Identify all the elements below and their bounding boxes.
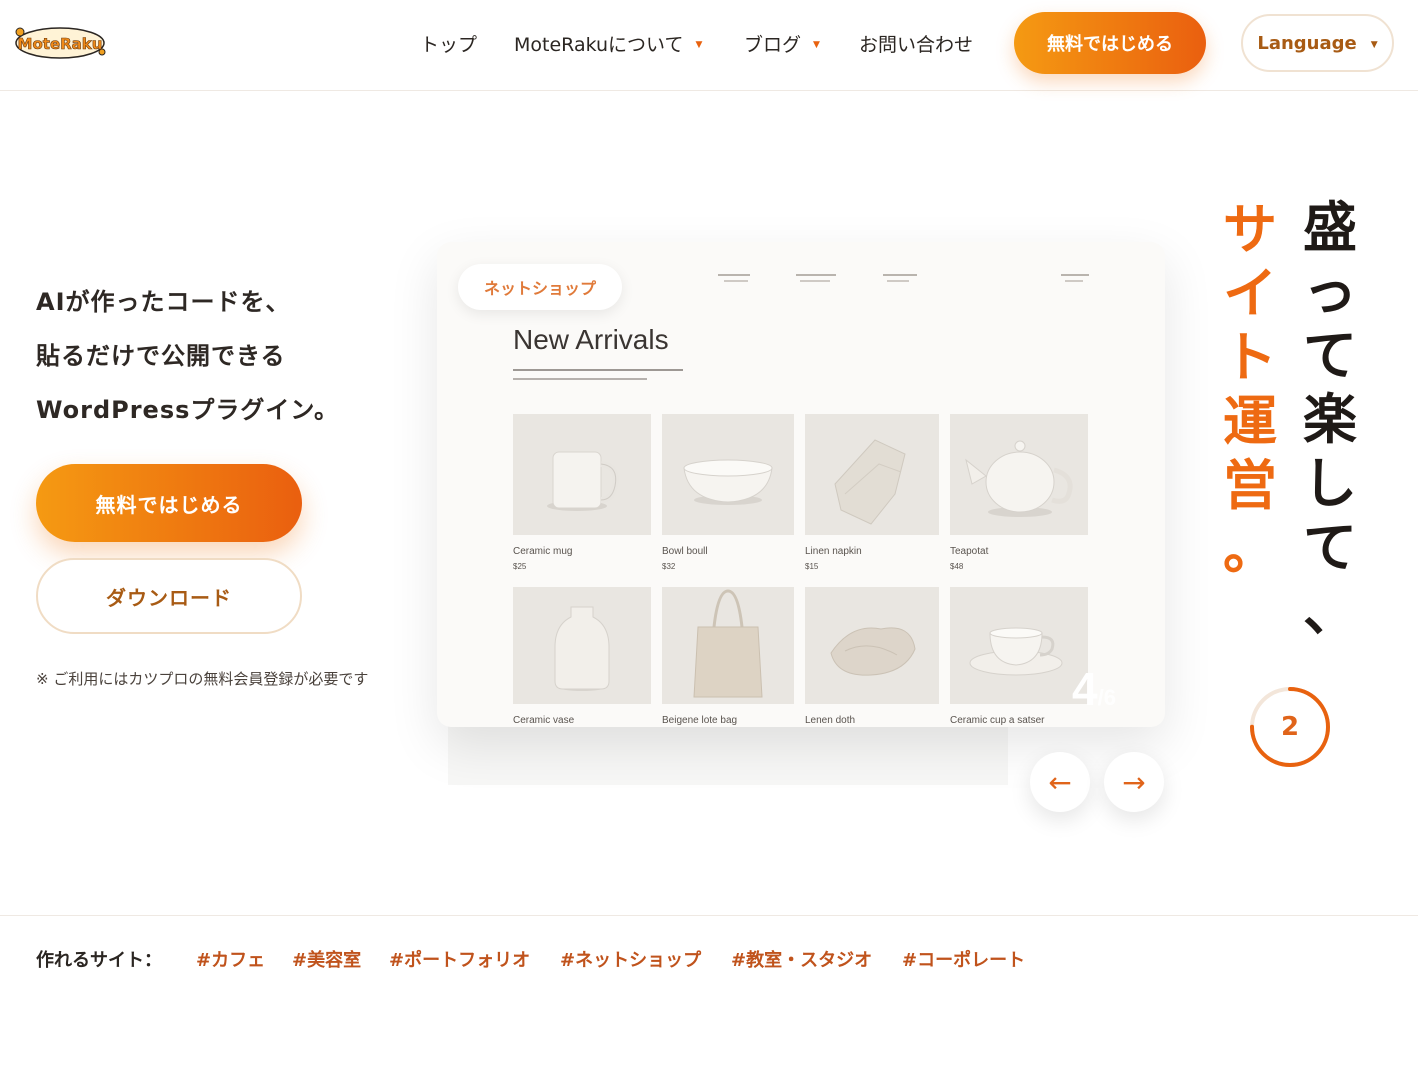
headline-char: イ [1223,262,1277,325]
tag-corporate[interactable]: #コーポレート [902,946,1025,972]
tag-portfolio[interactable]: #ポートフォリオ [389,946,530,972]
hero-lead-line: AIが作ったコードを、 [36,288,291,316]
nav-about-label: MoteRakuについて [514,34,684,56]
slider-prev-button[interactable]: ← [1030,752,1090,812]
product-name: Ceramic cup a satser [950,715,1045,726]
mock-menu-line [887,280,909,282]
headline-char: 運 [1223,390,1277,453]
product-name: Ceramic vase [513,715,575,726]
nav-top-label: トップ [420,34,478,56]
nav-top[interactable]: トップ [420,30,477,57]
headline-char: ト [1223,326,1277,389]
headline-orange: サイト運営。 [1218,198,1282,582]
header-start-free-button[interactable]: 無料ではじめる [1014,12,1206,74]
product-price: $32 [662,562,676,571]
nav-contact[interactable]: お問い合わせ [859,30,973,57]
language-select-button[interactable]: Language ▼ [1241,14,1394,72]
mug-image [513,414,651,535]
mock-menu-line [1061,274,1089,276]
product-name: Teapotat [950,546,989,557]
mock-title-underline [513,369,683,371]
site-header: MoteRaku トップ MoteRakuについて ▼ ブログ ▼ お問い合わせ… [0,0,1418,91]
slide-counter: 4/6 [1072,662,1116,716]
cloth-image [805,587,939,704]
hero-start-free-button[interactable]: 無料ではじめる [36,464,302,542]
hero-lead-line: WordPressプラグイン。 [36,396,339,424]
arrow-left-icon: ← [1048,765,1072,799]
headline-char: 営 [1223,454,1277,517]
product-price: $25 [513,562,527,571]
site-types-label: 作れるサイト： [36,950,162,971]
arrow-right-icon: → [1122,765,1146,799]
mock-title-underline [513,378,647,380]
nav-blog[interactable]: ブログ ▼ [744,30,820,57]
headline-char: 楽 [1303,388,1357,451]
svg-text:MoteRaku: MoteRaku [18,35,103,53]
chevron-down-icon: ▼ [1370,39,1378,50]
nav-contact-label: お問い合わせ [859,34,974,56]
hero-lead-line: 貼るだけで公開できる [36,342,286,370]
product-name: Ceramic mug [513,546,573,557]
tote-bag-image [662,587,794,704]
mock-menu-line [718,274,750,276]
hero-lead: AIが作ったコードを、 貼るだけで公開できる WordPressプラグイン。 [36,280,396,442]
headline-dark: 盛って楽して、 [1298,196,1362,644]
headline-char: 。 [1223,518,1277,581]
product-name: Beigene lote bag [662,715,738,726]
chevron-down-icon: ▼ [695,40,703,50]
nav-blog-label: ブログ [744,34,802,56]
slide-progress-number: 2 [1280,712,1300,742]
tag-netshop[interactable]: #ネットショップ [560,946,701,972]
product-price: $48 [950,562,964,571]
divider [0,915,1418,916]
registration-note: ※ ご利用にはカツプロの無料会員登録が必要です [36,670,369,688]
moteraku-logo[interactable]: MoteRaku [12,22,108,64]
headline-char: し [1303,452,1357,515]
mock-menu-line [724,280,748,282]
headline-char: サ [1223,198,1277,261]
vase-image [513,587,651,704]
language-label: Language [1257,32,1357,54]
slide-counter-current: 4 [1072,663,1098,715]
product-price: $15 [805,562,819,571]
mock-menu-line [796,274,836,276]
headline-char: て [1303,324,1357,387]
mock-menu-line [800,280,830,282]
mock-menu-line [1065,280,1083,282]
headline-char: 、 [1303,580,1357,643]
tag-school-studio[interactable]: #教室・スタジオ [731,946,872,972]
download-button[interactable]: ダウンロード [36,558,302,634]
product-name: Linen napkin [805,546,862,557]
product-name: Lenen doth [805,715,856,726]
nav-about[interactable]: MoteRakuについて ▼ [514,30,702,57]
slider-next-button[interactable]: → [1104,752,1164,812]
product-name: Bowl boull [662,546,708,557]
tag-salon[interactable]: #美容室 [292,946,361,972]
cup-saucer-image [950,587,1088,704]
headline-char: 盛 [1303,196,1357,259]
headline-char: て [1303,516,1357,579]
chevron-down-icon: ▼ [813,40,820,50]
slide-counter-total: /6 [1097,685,1116,710]
mock-section-title: New Arrivals [513,324,669,355]
napkin-image [805,414,939,535]
headline-char: っ [1303,260,1357,323]
slide-category-chip: ネットショップ [458,264,622,310]
slide-preview-card: New Arrivals Ceramic mug $25 Bowl boull … [437,242,1165,727]
bowl-image [662,414,794,535]
mock-menu-line [883,274,917,276]
tag-cafe[interactable]: #カフェ [196,946,265,972]
teapot-image [950,414,1088,535]
